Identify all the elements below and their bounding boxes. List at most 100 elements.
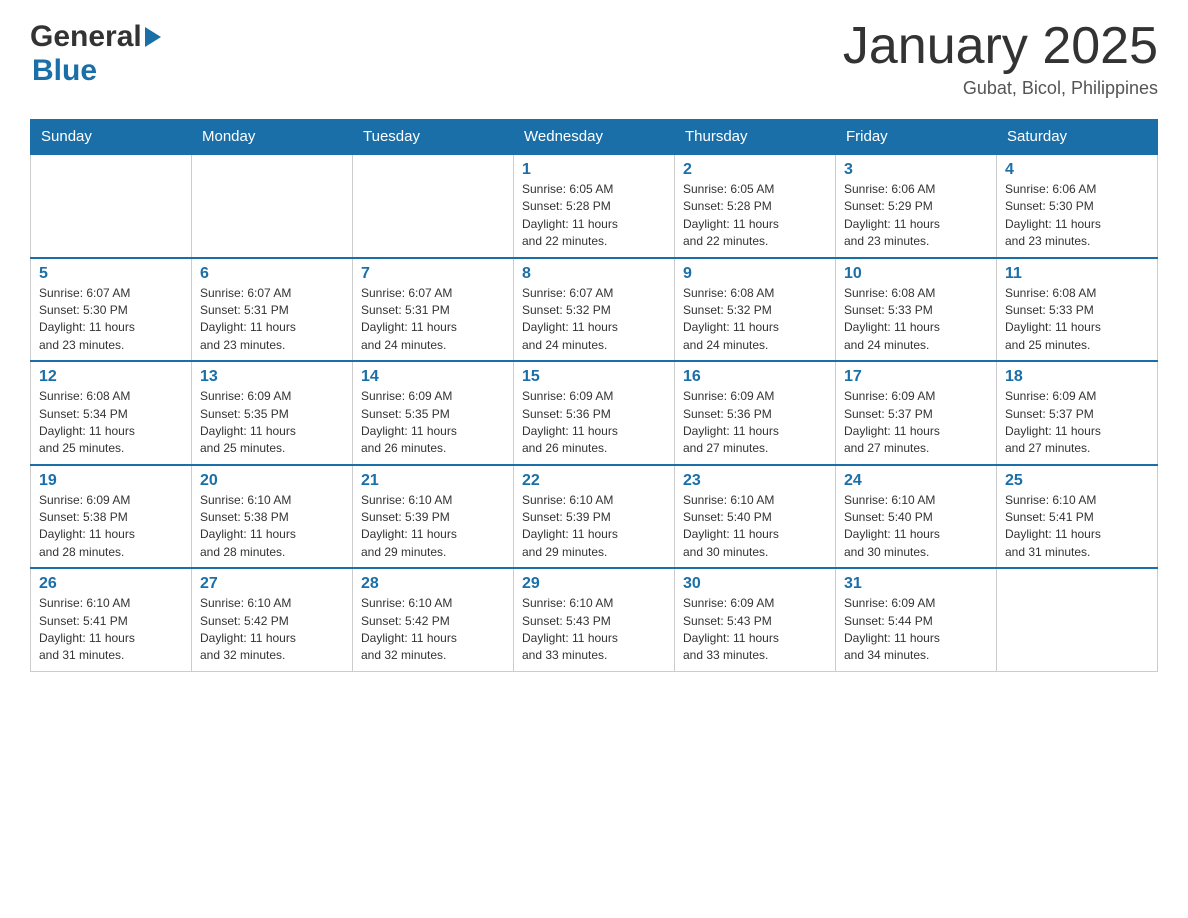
day-info: Sunrise: 6:10 AM Sunset: 5:39 PM Dayligh… bbox=[522, 492, 666, 562]
calendar-table: SundayMondayTuesdayWednesdayThursdayFrid… bbox=[30, 119, 1158, 672]
day-info: Sunrise: 6:07 AM Sunset: 5:31 PM Dayligh… bbox=[361, 285, 505, 355]
day-number: 21 bbox=[361, 472, 505, 490]
day-info: Sunrise: 6:07 AM Sunset: 5:30 PM Dayligh… bbox=[39, 285, 183, 355]
day-info: Sunrise: 6:07 AM Sunset: 5:31 PM Dayligh… bbox=[200, 285, 344, 355]
day-number: 19 bbox=[39, 472, 183, 490]
calendar-cell: 6 Sunrise: 6:07 AM Sunset: 5:31 PM Daylig… bbox=[192, 258, 353, 362]
day-info: Sunrise: 6:05 AM Sunset: 5:28 PM Dayligh… bbox=[522, 181, 666, 251]
day-info: Sunrise: 6:09 AM Sunset: 5:35 PM Dayligh… bbox=[200, 388, 344, 458]
day-number: 17 bbox=[844, 368, 988, 386]
calendar-cell bbox=[353, 154, 514, 258]
day-number: 8 bbox=[522, 265, 666, 283]
day-info: Sunrise: 6:06 AM Sunset: 5:29 PM Dayligh… bbox=[844, 181, 988, 251]
day-info: Sunrise: 6:10 AM Sunset: 5:43 PM Dayligh… bbox=[522, 595, 666, 665]
column-header-saturday: Saturday bbox=[997, 120, 1158, 155]
calendar-cell: 16 Sunrise: 6:09 AM Sunset: 5:36 PM Dayli… bbox=[675, 361, 836, 465]
day-number: 20 bbox=[200, 472, 344, 490]
day-info: Sunrise: 6:09 AM Sunset: 5:35 PM Dayligh… bbox=[361, 388, 505, 458]
day-number: 3 bbox=[844, 161, 988, 179]
day-info: Sunrise: 6:08 AM Sunset: 5:33 PM Dayligh… bbox=[1005, 285, 1149, 355]
day-number: 22 bbox=[522, 472, 666, 490]
day-number: 16 bbox=[683, 368, 827, 386]
day-info: Sunrise: 6:10 AM Sunset: 5:38 PM Dayligh… bbox=[200, 492, 344, 562]
day-number: 29 bbox=[522, 575, 666, 593]
day-number: 13 bbox=[200, 368, 344, 386]
calendar-cell: 18 Sunrise: 6:09 AM Sunset: 5:37 PM Dayli… bbox=[997, 361, 1158, 465]
day-number: 6 bbox=[200, 265, 344, 283]
logo-line1: General bbox=[30, 20, 161, 54]
calendar-cell: 28Sunrise: 6:10 AM Sunset: 5:42 PM Dayli… bbox=[353, 568, 514, 671]
logo-general-text: General bbox=[30, 20, 142, 54]
day-info: Sunrise: 6:09 AM Sunset: 5:43 PM Dayligh… bbox=[683, 595, 827, 665]
calendar-cell: 1 Sunrise: 6:05 AM Sunset: 5:28 PM Daylig… bbox=[514, 154, 675, 258]
day-number: 23 bbox=[683, 472, 827, 490]
day-number: 31 bbox=[844, 575, 988, 593]
week-row-2: 5 Sunrise: 6:07 AM Sunset: 5:30 PM Daylig… bbox=[31, 258, 1158, 362]
day-info: Sunrise: 6:10 AM Sunset: 5:39 PM Dayligh… bbox=[361, 492, 505, 562]
calendar-cell: 12 Sunrise: 6:08 AM Sunset: 5:34 PM Dayli… bbox=[31, 361, 192, 465]
calendar-cell: 20 Sunrise: 6:10 AM Sunset: 5:38 PM Dayli… bbox=[192, 465, 353, 569]
calendar-cell: 27Sunrise: 6:10 AM Sunset: 5:42 PM Dayli… bbox=[192, 568, 353, 671]
month-title: January 2025 bbox=[843, 20, 1158, 72]
page-header: General Blue January 2025 Gubat, Bicol, … bbox=[30, 20, 1158, 99]
day-info: Sunrise: 6:08 AM Sunset: 5:32 PM Dayligh… bbox=[683, 285, 827, 355]
day-number: 1 bbox=[522, 161, 666, 179]
day-info: Sunrise: 6:10 AM Sunset: 5:42 PM Dayligh… bbox=[200, 595, 344, 665]
calendar-cell: 23Sunrise: 6:10 AM Sunset: 5:40 PM Dayli… bbox=[675, 465, 836, 569]
calendar-cell: 13 Sunrise: 6:09 AM Sunset: 5:35 PM Dayli… bbox=[192, 361, 353, 465]
day-info: Sunrise: 6:06 AM Sunset: 5:30 PM Dayligh… bbox=[1005, 181, 1149, 251]
calendar-cell: 4Sunrise: 6:06 AM Sunset: 5:30 PM Daylig… bbox=[997, 154, 1158, 258]
title-block: January 2025 Gubat, Bicol, Philippines bbox=[843, 20, 1158, 99]
day-info: Sunrise: 6:08 AM Sunset: 5:34 PM Dayligh… bbox=[39, 388, 183, 458]
day-number: 18 bbox=[1005, 368, 1149, 386]
calendar-cell: 8Sunrise: 6:07 AM Sunset: 5:32 PM Daylig… bbox=[514, 258, 675, 362]
day-info: Sunrise: 6:09 AM Sunset: 5:36 PM Dayligh… bbox=[683, 388, 827, 458]
day-info: Sunrise: 6:09 AM Sunset: 5:44 PM Dayligh… bbox=[844, 595, 988, 665]
calendar-cell: 31 Sunrise: 6:09 AM Sunset: 5:44 PM Dayli… bbox=[836, 568, 997, 671]
calendar-header-row: SundayMondayTuesdayWednesdayThursdayFrid… bbox=[31, 120, 1158, 155]
calendar-cell: 15 Sunrise: 6:09 AM Sunset: 5:36 PM Dayli… bbox=[514, 361, 675, 465]
day-number: 30 bbox=[683, 575, 827, 593]
calendar-cell: 22 Sunrise: 6:10 AM Sunset: 5:39 PM Dayli… bbox=[514, 465, 675, 569]
day-info: Sunrise: 6:09 AM Sunset: 5:37 PM Dayligh… bbox=[844, 388, 988, 458]
calendar-cell bbox=[192, 154, 353, 258]
day-number: 25 bbox=[1005, 472, 1149, 490]
calendar-cell bbox=[997, 568, 1158, 671]
day-number: 14 bbox=[361, 368, 505, 386]
day-info: Sunrise: 6:09 AM Sunset: 5:36 PM Dayligh… bbox=[522, 388, 666, 458]
day-info: Sunrise: 6:09 AM Sunset: 5:38 PM Dayligh… bbox=[39, 492, 183, 562]
location: Gubat, Bicol, Philippines bbox=[843, 78, 1158, 99]
day-info: Sunrise: 6:09 AM Sunset: 5:37 PM Dayligh… bbox=[1005, 388, 1149, 458]
day-info: Sunrise: 6:10 AM Sunset: 5:40 PM Dayligh… bbox=[844, 492, 988, 562]
calendar-cell: 11Sunrise: 6:08 AM Sunset: 5:33 PM Dayli… bbox=[997, 258, 1158, 362]
logo: General Blue bbox=[30, 20, 161, 88]
calendar-cell: 29 Sunrise: 6:10 AM Sunset: 5:43 PM Dayli… bbox=[514, 568, 675, 671]
calendar-cell: 2Sunrise: 6:05 AM Sunset: 5:28 PM Daylig… bbox=[675, 154, 836, 258]
column-header-thursday: Thursday bbox=[675, 120, 836, 155]
day-info: Sunrise: 6:08 AM Sunset: 5:33 PM Dayligh… bbox=[844, 285, 988, 355]
week-row-3: 12 Sunrise: 6:08 AM Sunset: 5:34 PM Dayli… bbox=[31, 361, 1158, 465]
week-row-4: 19 Sunrise: 6:09 AM Sunset: 5:38 PM Dayli… bbox=[31, 465, 1158, 569]
day-number: 5 bbox=[39, 265, 183, 283]
week-row-1: 1 Sunrise: 6:05 AM Sunset: 5:28 PM Daylig… bbox=[31, 154, 1158, 258]
day-info: Sunrise: 6:10 AM Sunset: 5:41 PM Dayligh… bbox=[1005, 492, 1149, 562]
calendar-cell bbox=[31, 154, 192, 258]
day-info: Sunrise: 6:10 AM Sunset: 5:41 PM Dayligh… bbox=[39, 595, 183, 665]
column-header-tuesday: Tuesday bbox=[353, 120, 514, 155]
column-header-sunday: Sunday bbox=[31, 120, 192, 155]
calendar-cell: 7 Sunrise: 6:07 AM Sunset: 5:31 PM Daylig… bbox=[353, 258, 514, 362]
calendar-cell: 10Sunrise: 6:08 AM Sunset: 5:33 PM Dayli… bbox=[836, 258, 997, 362]
column-header-wednesday: Wednesday bbox=[514, 120, 675, 155]
day-number: 12 bbox=[39, 368, 183, 386]
column-header-friday: Friday bbox=[836, 120, 997, 155]
day-number: 7 bbox=[361, 265, 505, 283]
day-info: Sunrise: 6:10 AM Sunset: 5:42 PM Dayligh… bbox=[361, 595, 505, 665]
column-header-monday: Monday bbox=[192, 120, 353, 155]
day-number: 9 bbox=[683, 265, 827, 283]
calendar-cell: 19 Sunrise: 6:09 AM Sunset: 5:38 PM Dayli… bbox=[31, 465, 192, 569]
logo-line2: Blue bbox=[32, 54, 97, 88]
calendar-cell: 25 Sunrise: 6:10 AM Sunset: 5:41 PM Dayli… bbox=[997, 465, 1158, 569]
day-number: 24 bbox=[844, 472, 988, 490]
day-number: 15 bbox=[522, 368, 666, 386]
day-number: 2 bbox=[683, 161, 827, 179]
